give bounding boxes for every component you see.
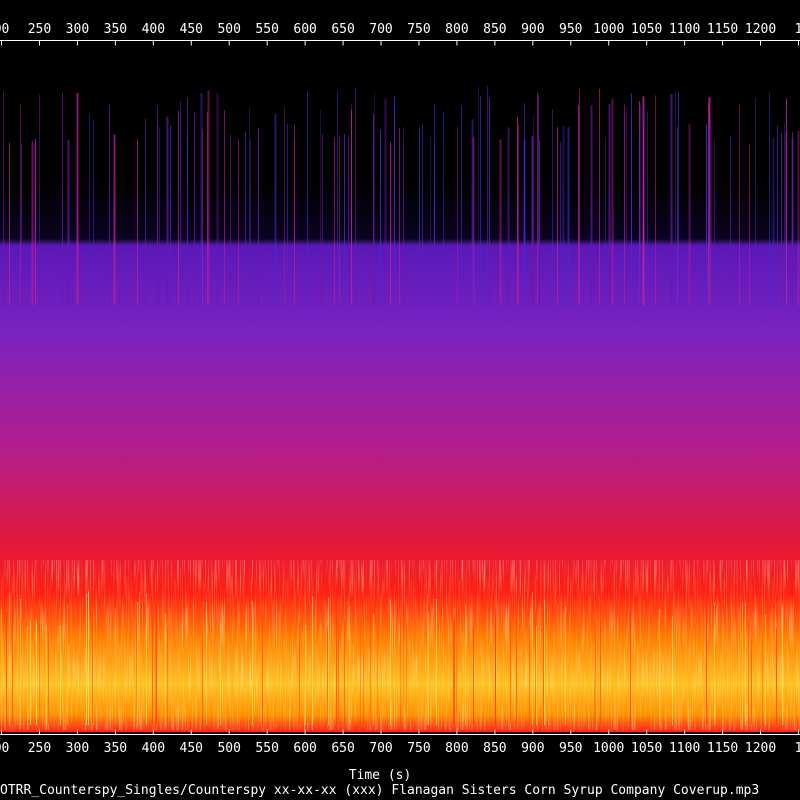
top-x-tick-label: 700 (369, 22, 392, 37)
top-x-tick-label: 250 (28, 22, 51, 37)
top-x-tick-label: 900 (521, 22, 544, 37)
bottom-x-tick-label: 700 (369, 741, 392, 756)
bottom-x-tick-label: 900 (521, 741, 544, 756)
top-x-tick-label: 850 (483, 22, 506, 37)
bottom-x-tick-label: 1050 (631, 741, 662, 756)
top-x-tick-label: 750 (407, 22, 430, 37)
top-x-tick-label: 1050 (631, 22, 662, 37)
top-x-tick-label: 1100 (669, 22, 700, 37)
bottom-x-tick-label: 1100 (669, 741, 700, 756)
bottom-x-tick-label: 600 (293, 741, 316, 756)
top-x-tick-label: 1000 (593, 22, 624, 37)
top-x-tick-label: 1 (795, 22, 800, 37)
file-caption: OTRR_Counterspy_Singles/Counterspy xx-xx… (0, 783, 759, 798)
bottom-x-tick-label: 250 (28, 741, 51, 756)
bottom-x-tick-label: 800 (445, 741, 468, 756)
bottom-x-tick-label: 400 (142, 741, 165, 756)
bottom-x-tick-label: 650 (331, 741, 354, 756)
bottom-x-tick-label: 350 (104, 741, 127, 756)
top-x-tick-label: 550 (255, 22, 278, 37)
spectrogram-chart: 00 250 300 350 400 450 500 550 600 650 700 750 800 85… (0, 0, 800, 800)
bottom-x-tick-label: 550 (255, 741, 278, 756)
top-x-tick-label: 500 (217, 22, 240, 37)
top-x-tick-label: 1200 (745, 22, 776, 37)
x-axis-title: Time (s) (349, 768, 412, 783)
top-x-tick-label: 350 (104, 22, 127, 37)
top-x-tick-label: 1150 (707, 22, 738, 37)
bottom-x-tick-label: 00 (0, 741, 9, 756)
bottom-x-tick-label: 850 (483, 741, 506, 756)
bottom-x-tick-label: 300 (66, 741, 89, 756)
top-x-tick-label: 800 (445, 22, 468, 37)
bottom-x-tick-label: 950 (559, 741, 582, 756)
bottom-x-tick-label: 750 (407, 741, 430, 756)
top-x-tick-label: 300 (66, 22, 89, 37)
top-x-tick-label: 400 (142, 22, 165, 37)
top-x-tick-label: 600 (293, 22, 316, 37)
bottom-x-tick-label: 1000 (593, 741, 624, 756)
bottom-x-tick-label: 450 (180, 741, 203, 756)
bottom-x-tick-label: 1 (795, 741, 800, 756)
bottom-x-tick-label: 1200 (745, 741, 776, 756)
bottom-x-tick-label: 500 (217, 741, 240, 756)
spectrogram-area (0, 42, 800, 732)
bottom-x-tick-label: 1150 (707, 741, 738, 756)
top-x-tick-label: 650 (331, 22, 354, 37)
top-x-tick-label: 950 (559, 22, 582, 37)
top-x-tick-label: 00 (0, 22, 9, 37)
top-x-tick-label: 450 (180, 22, 203, 37)
